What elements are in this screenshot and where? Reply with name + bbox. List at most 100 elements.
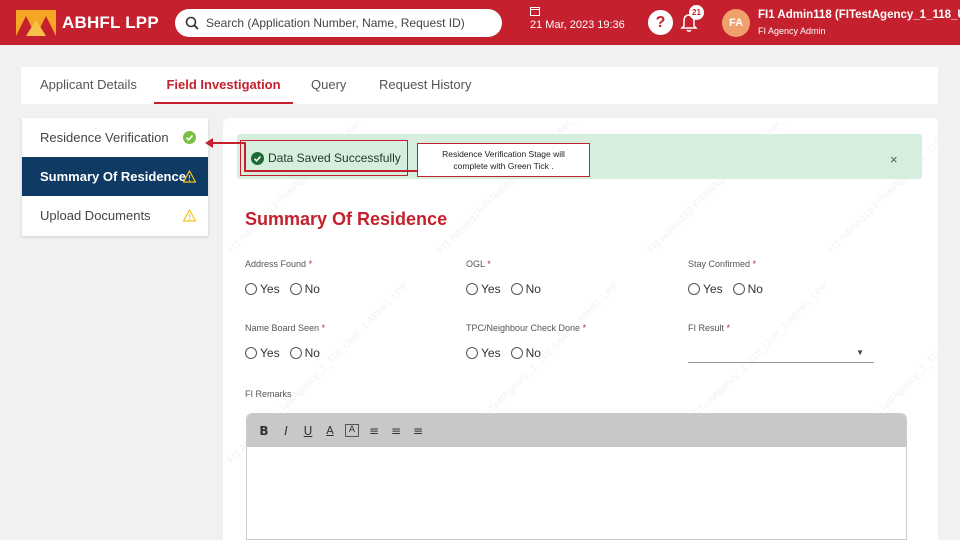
user-role: FI Agency Admin	[758, 26, 826, 36]
italic-icon[interactable]: I	[279, 424, 293, 438]
radio-circle-icon	[510, 283, 523, 295]
field-label-text: FI Result	[688, 323, 725, 333]
address-found-radio-group: Yes No	[245, 282, 326, 296]
warning-icon	[183, 170, 196, 183]
radio-no[interactable]: No	[510, 282, 541, 296]
radio-label: No	[304, 346, 320, 360]
warning-icon	[183, 209, 196, 222]
callout-line: complete with Green Tick .	[453, 161, 554, 171]
radio-circle-icon	[245, 283, 257, 295]
required-marker: *	[752, 259, 757, 269]
editor-toolbar: B I U A A ≡ ≡ ≡	[247, 414, 906, 447]
help-icon[interactable]: ?	[648, 10, 673, 35]
close-icon[interactable]: ×	[890, 152, 898, 167]
name-board-seen-radio-group: Yes No	[245, 346, 326, 360]
radio-label: Yes	[481, 282, 501, 296]
radio-label: No	[304, 282, 320, 296]
sidebar-item-label: Upload Documents	[40, 208, 151, 223]
sidebar-item-residence-verification[interactable]: Residence Verification	[22, 118, 208, 157]
abhfl-logo-icon[interactable]	[16, 10, 56, 36]
radio-no[interactable]: No	[732, 282, 763, 296]
datetime-text: 21 Mar, 2023 19:36	[530, 19, 625, 31]
fi-remarks-label: FI Remarks	[245, 389, 292, 399]
bold-icon[interactable]: B	[257, 424, 271, 438]
tab-applicant-details[interactable]: Applicant Details	[40, 67, 137, 104]
required-marker: *	[321, 323, 326, 333]
bullet-list-icon[interactable]: ≡	[389, 424, 403, 438]
dropdown-caret-icon: ▼	[856, 348, 864, 357]
radio-label: No	[525, 346, 541, 360]
radio-label: Yes	[481, 346, 501, 360]
search-input[interactable]	[206, 16, 496, 30]
radio-circle-icon	[466, 347, 478, 359]
radio-label: No	[747, 282, 763, 296]
required-marker: *	[308, 259, 313, 269]
radio-circle-icon	[466, 283, 478, 295]
font-color-icon[interactable]: A	[323, 424, 337, 437]
radio-no[interactable]: No	[289, 282, 320, 296]
search-bar[interactable]	[175, 9, 502, 37]
radio-label: Yes	[703, 282, 723, 296]
fi-result-select[interactable]: ▼	[688, 343, 874, 363]
radio-circle-icon	[289, 347, 302, 359]
tab-field-investigation[interactable]: Field Investigation	[154, 67, 293, 104]
radio-circle-icon	[289, 283, 302, 295]
annotation-arrow-connector	[244, 142, 246, 172]
background-color-icon[interactable]: A	[345, 424, 359, 437]
radio-yes[interactable]: Yes	[466, 282, 501, 296]
section-title: Summary Of Residence	[245, 209, 448, 229]
radio-yes[interactable]: Yes	[245, 346, 280, 360]
sidebar-item-label: Summary Of Residence	[40, 169, 186, 184]
radio-circle-icon	[688, 283, 700, 295]
main-tabs: Applicant Details Field Investigation Qu…	[21, 67, 938, 104]
align-icon[interactable]: ≡	[411, 424, 425, 438]
fi-result-label: FI Result *	[688, 323, 730, 333]
brand-name: ABHFL LPP	[62, 13, 159, 32]
stay-confirmed-radio-group: Yes No	[688, 282, 769, 296]
radio-circle-icon	[732, 283, 745, 295]
sidebar-item-upload-documents[interactable]: Upload Documents	[22, 196, 208, 235]
ordered-list-icon[interactable]: ≡	[367, 424, 381, 438]
radio-circle-icon	[245, 347, 257, 359]
stay-confirmed-label: Stay Confirmed *	[688, 259, 756, 269]
radio-circle-icon	[510, 347, 523, 359]
calendar-icon	[530, 7, 540, 16]
radio-label: Yes	[260, 346, 280, 360]
radio-no[interactable]: No	[289, 346, 320, 360]
radio-yes[interactable]: Yes	[245, 282, 280, 296]
search-icon	[185, 16, 199, 30]
datetime-display: 21 Mar, 2023 19:36	[530, 6, 625, 31]
field-label-text: Stay Confirmed	[688, 259, 751, 269]
ogl-radio-group: Yes No	[466, 282, 547, 296]
field-label-text: OGL	[466, 259, 485, 269]
required-marker: *	[487, 259, 491, 269]
required-marker: *	[582, 323, 587, 333]
annotation-arrow-connector	[244, 170, 417, 172]
stage-sidebar: Residence Verification Summary Of Reside…	[22, 118, 208, 236]
notification-badge: 21	[689, 5, 704, 20]
ogl-label: OGL *	[466, 259, 491, 269]
field-label-text: Name Board Seen	[245, 323, 320, 333]
underline-icon[interactable]: U	[301, 424, 315, 438]
tpc-check-label: TPC/Neighbour Check Done *	[466, 323, 586, 333]
fi-remarks-editor[interactable]: B I U A A ≡ ≡ ≡	[246, 413, 907, 540]
tab-query[interactable]: Query	[311, 67, 346, 104]
radio-yes[interactable]: Yes	[688, 282, 723, 296]
required-marker: *	[726, 323, 731, 333]
radio-label: No	[525, 282, 541, 296]
name-board-seen-label: Name Board Seen *	[245, 323, 325, 333]
sidebar-item-label: Residence Verification	[40, 130, 169, 145]
radio-label: Yes	[260, 282, 280, 296]
tab-request-history[interactable]: Request History	[379, 67, 471, 104]
tpc-check-radio-group: Yes No	[466, 346, 547, 360]
radio-no[interactable]: No	[510, 346, 541, 360]
user-avatar[interactable]: FA	[722, 9, 750, 37]
sidebar-item-summary-of-residence[interactable]: Summary Of Residence	[22, 157, 208, 196]
radio-yes[interactable]: Yes	[466, 346, 501, 360]
user-name[interactable]: FI1 Admin118 (FITestAgency_1_118_Use	[758, 9, 960, 21]
field-label-text: Address Found	[245, 259, 307, 269]
address-found-label: Address Found *	[245, 259, 312, 269]
check-circle-icon	[183, 131, 196, 144]
annotation-arrow-line	[212, 142, 246, 144]
top-header: ABHFL LPP 21 Mar, 2023 19:36 ? 21 FA FI1…	[0, 0, 960, 45]
